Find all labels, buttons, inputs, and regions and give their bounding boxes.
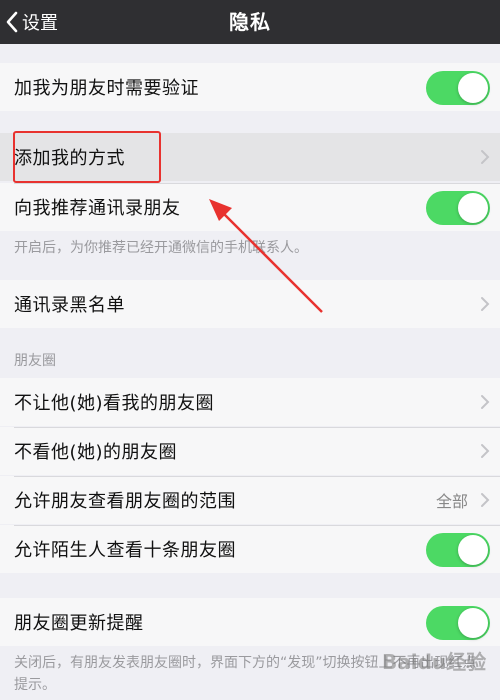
recommend-contacts-toggle[interactable] — [426, 191, 490, 225]
chevron-right-icon — [481, 297, 490, 311]
toggle-knob — [458, 73, 488, 103]
toggle-knob — [458, 608, 488, 638]
row-recommend-contacts: 向我推荐通讯录朋友 — [0, 183, 500, 231]
update-reminder-toggle[interactable] — [426, 606, 490, 640]
strangers-view-toggle[interactable] — [426, 533, 490, 567]
chevron-right-icon — [481, 150, 490, 164]
row-label: 不让他(她)看我的朋友圈 — [14, 393, 215, 414]
watermark-logo: Baidu经验 — [382, 650, 487, 674]
chevron-right-icon — [481, 493, 490, 507]
row-verify-friend-request: 加我为朋友时需要验证 — [0, 63, 500, 111]
row-moments-range[interactable]: 允许朋友查看朋友圈的范围 全部 — [0, 476, 500, 524]
row-label: 不看他(她)的朋友圈 — [14, 442, 178, 463]
moments-range-value: 全部 — [435, 492, 468, 511]
row-label: 加我为朋友时需要验证 — [14, 78, 199, 99]
toggle-knob — [458, 193, 488, 223]
navigation-bar: 设置 隐私 — [0, 0, 500, 44]
row-label: 允许陌生人查看十条朋友圈 — [14, 540, 236, 561]
row-strangers-view: 允许陌生人查看十条朋友圈 — [0, 525, 500, 573]
chevron-right-icon — [481, 395, 490, 409]
annotation-highlight-box — [13, 131, 161, 183]
row-label: 通讯录黑名单 — [14, 295, 125, 316]
chevron-right-icon — [481, 444, 490, 458]
row-label: 允许朋友查看朋友圈的范围 — [14, 491, 236, 512]
row-label: 朋友圈更新提醒 — [14, 613, 144, 634]
toggle-knob — [458, 535, 488, 565]
page-title: 隐私 — [229, 10, 271, 34]
section-header-moments: 朋友圈 — [14, 353, 56, 369]
row-not-let-see-moments[interactable]: 不让他(她)看我的朋友圈 — [0, 378, 500, 426]
row-not-see-moments[interactable]: 不看他(她)的朋友圈 — [0, 427, 500, 475]
row-label: 向我推荐通讯录朋友 — [14, 198, 181, 219]
row-blacklist[interactable]: 通讯录黑名单 — [0, 280, 500, 328]
row-update-reminder: 朋友圈更新提醒 — [0, 598, 500, 646]
verify-toggle[interactable] — [426, 71, 490, 105]
recommend-note: 开启后，为你推荐已经开通微信的手机联系人。 — [14, 240, 308, 256]
